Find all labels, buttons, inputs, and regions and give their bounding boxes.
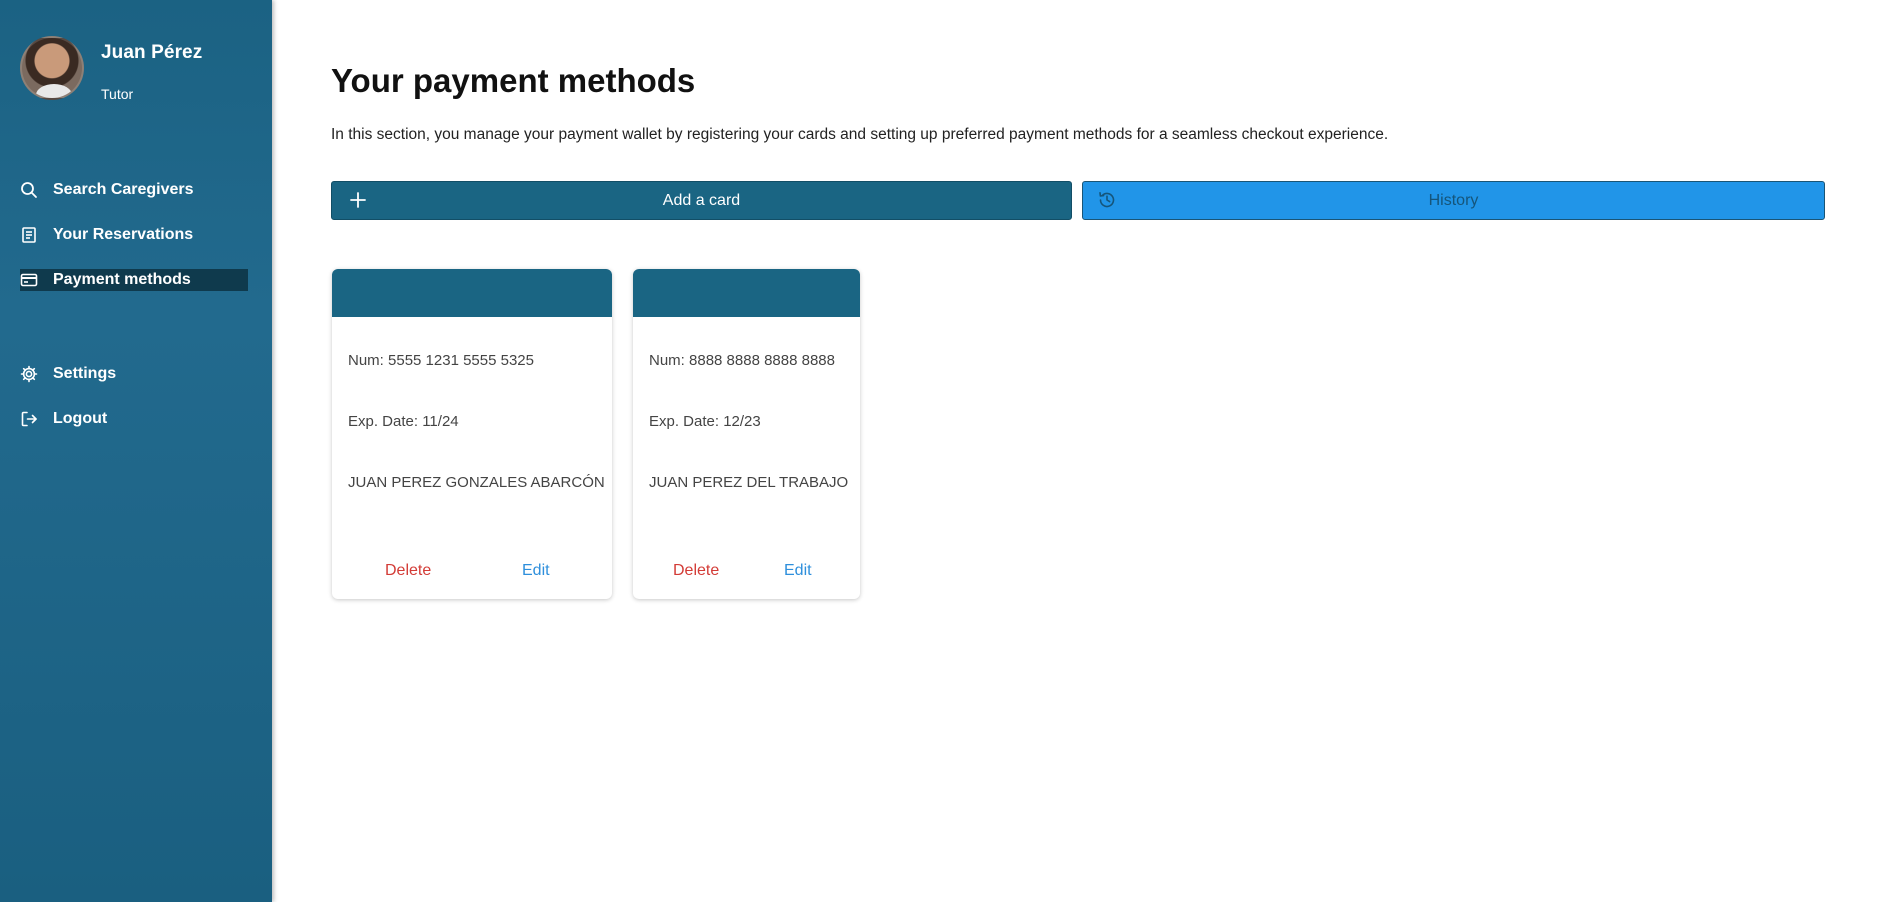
search-icon bbox=[20, 181, 38, 199]
payment-card: Num: 5555 1231 5555 5325 Exp. Date: 11/2… bbox=[332, 269, 612, 599]
card-number: Num: 8888 8888 8888 8888 bbox=[649, 352, 835, 369]
sidebar-item-payment-methods[interactable]: Payment methods bbox=[20, 269, 248, 291]
card-header bbox=[332, 269, 612, 317]
sidebar-item-label: Settings bbox=[53, 365, 117, 382]
sidebar-item-settings[interactable]: Settings bbox=[20, 363, 248, 385]
edit-card-button[interactable]: Edit bbox=[784, 562, 812, 580]
history-icon bbox=[1099, 191, 1115, 208]
credit-card-icon bbox=[20, 271, 38, 289]
add-card-button[interactable]: Add a card bbox=[331, 181, 1072, 220]
card-expiration: Exp. Date: 12/23 bbox=[649, 413, 761, 430]
sidebar-item-label: Search Caregivers bbox=[53, 181, 194, 198]
user-name: Juan Pérez bbox=[101, 42, 203, 63]
sidebar-item-search-caregivers[interactable]: Search Caregivers bbox=[20, 179, 248, 201]
document-icon bbox=[20, 226, 38, 244]
sidebar-item-your-reservations[interactable]: Your Reservations bbox=[20, 224, 248, 246]
card-holder: JUAN PEREZ GONZALES ABARCÓN bbox=[348, 474, 605, 491]
payment-card: Num: 8888 8888 8888 8888 Exp. Date: 12/2… bbox=[633, 269, 860, 599]
edit-card-button[interactable]: Edit bbox=[522, 562, 550, 580]
card-expiration: Exp. Date: 11/24 bbox=[348, 413, 459, 430]
logout-icon bbox=[20, 410, 38, 428]
sidebar-item-logout[interactable]: Logout bbox=[20, 408, 248, 430]
sidebar: Juan Pérez Tutor Search Caregivers Your … bbox=[0, 0, 272, 902]
avatar bbox=[20, 36, 84, 100]
delete-card-button[interactable]: Delete bbox=[673, 562, 719, 580]
sidebar-item-label: Your Reservations bbox=[53, 226, 194, 243]
history-label: History bbox=[1428, 191, 1479, 209]
history-button[interactable]: History bbox=[1082, 181, 1825, 220]
user-role: Tutor bbox=[101, 86, 134, 102]
page-description: In this section, you manage your payment… bbox=[331, 126, 1389, 143]
card-number: Num: 5555 1231 5555 5325 bbox=[348, 352, 534, 369]
page-title: Your payment methods bbox=[331, 62, 696, 99]
user-profile: Juan Pérez Tutor bbox=[20, 36, 260, 106]
delete-card-button[interactable]: Delete bbox=[385, 562, 431, 580]
card-header bbox=[633, 269, 860, 317]
add-card-label: Add a card bbox=[662, 191, 741, 209]
sidebar-item-label: Payment methods bbox=[53, 271, 191, 288]
sidebar-item-label: Logout bbox=[53, 410, 108, 427]
card-holder: JUAN PEREZ DEL TRABAJO bbox=[649, 474, 849, 491]
plus-icon bbox=[350, 192, 366, 208]
gear-icon bbox=[20, 365, 38, 383]
